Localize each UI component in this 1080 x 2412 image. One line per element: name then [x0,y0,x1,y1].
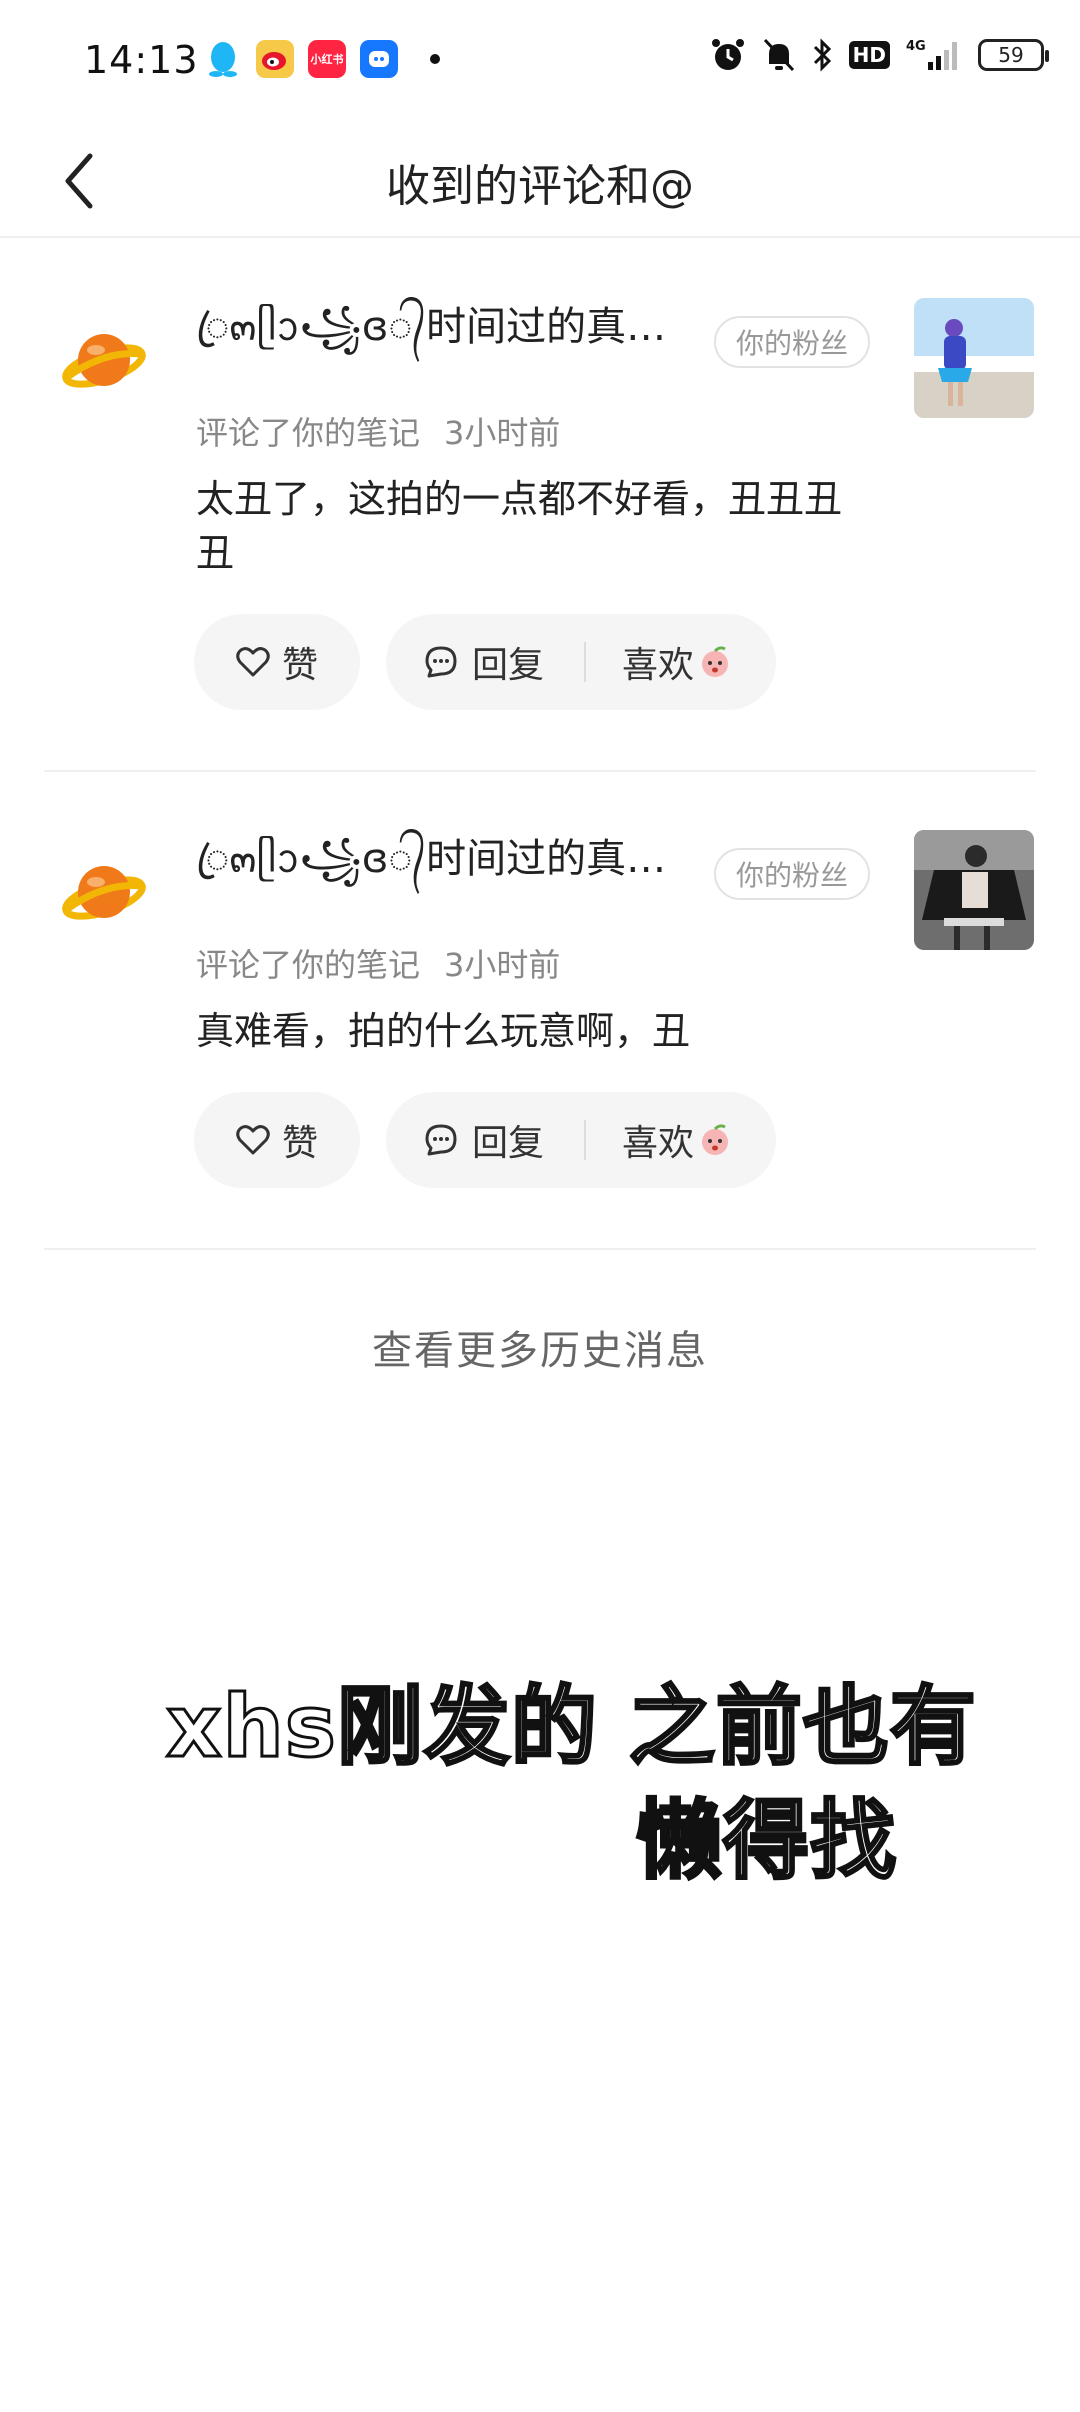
love-button[interactable]: 喜欢 [622,636,732,688]
comment-meta: 评论了你的笔记 3小时前 [196,940,560,986]
mute-bell-icon [763,38,794,72]
note-thumbnail[interactable] [914,298,1034,418]
chat-bubble-icon [425,1124,457,1156]
comment-actions: 赞 回复 喜欢 [194,614,776,710]
view-more-history-link[interactable]: 查看更多历史消息 [0,1318,1080,1376]
comment-time: 3小时前 [444,414,561,452]
hd-voice-badge: HD [848,41,890,69]
system-icons: HD 4G 59 [709,36,1049,74]
love-label: 喜欢 [622,645,695,686]
fan-badge: 你的粉丝 [714,848,871,900]
overlay-caption-line1: xhs刚发的 之前也有 [165,1676,978,1779]
signal-icon: 4G [906,39,957,70]
like-label: 赞 [281,645,318,686]
reply-label: 回复 [472,645,545,686]
comment-action: 评论了你的笔记 [196,946,421,984]
username[interactable]: ꦿ๓ᥫᩣ꧁ɞ᭄时间过的真快ᥫᩣ꧁ɞ᭄… [196,294,696,377]
reply-button[interactable]: 回复 [424,1114,544,1166]
svg-text:4G: 4G [906,39,926,54]
reply-love-pill: 回复 喜欢 [386,614,776,710]
like-button[interactable]: 赞 [194,1092,360,1188]
peach-emoji-icon [702,1124,729,1155]
separator [584,1120,587,1160]
love-label: 喜欢 [622,1123,695,1164]
divider [44,1248,1036,1250]
heart-icon [236,1125,270,1155]
love-button[interactable]: 喜欢 [622,1114,732,1166]
peach-emoji-icon [702,646,729,677]
clock: 14:13 [84,38,199,82]
notification-icons: 小红书 [204,40,440,78]
divider [44,770,1036,772]
planet-avatar-icon[interactable] [60,316,148,404]
reply-love-pill: 回复 喜欢 [386,1092,776,1188]
battery-indicator: 59 [978,39,1049,71]
weibo-icon [256,40,294,78]
page-title: 收到的评论和@ [386,161,694,212]
nav-bar: 收到的评论和@ [0,124,1080,238]
comment-meta: 评论了你的笔记 3小时前 [196,408,560,454]
planet-avatar-icon[interactable] [60,848,148,936]
comment-text[interactable]: 真难看，拍的什么玩意啊，丑 [196,1004,876,1058]
username[interactable]: ꦿ๓ᥫᩣ꧁ɞ᭄时间过的真快ᥫᩣ꧁ɞ᭄… [196,826,696,909]
like-label: 赞 [281,1123,318,1164]
note-thumbnail[interactable] [914,830,1034,950]
alarm-icon [711,39,744,70]
note-image [914,830,1034,950]
qq-icon [204,40,242,78]
xiaohongshu-icon: 小红书 [308,40,346,78]
comment-action: 评论了你的笔记 [196,414,421,452]
status-bar: 14:13 小红书 HD 4G 59 [0,0,1080,124]
like-button[interactable]: 赞 [194,614,360,710]
overlay-caption-line2: 懒得找 [635,1790,898,1893]
chat-bubble-icon [425,646,457,678]
username-row[interactable]: ꦿ๓ᥫᩣ꧁ɞ᭄时间过的真快ᥫᩣ꧁ɞ᭄… [196,834,696,900]
heart-icon [236,647,270,677]
separator [584,642,587,682]
app-icon [360,40,398,78]
comment-actions: 赞 回复 喜欢 [194,1092,776,1188]
reply-label: 回复 [472,1123,545,1164]
bluetooth-icon [813,38,831,72]
fan-badge: 你的粉丝 [714,316,871,368]
note-image [914,298,1034,418]
reply-button[interactable]: 回复 [424,636,544,688]
more-notifications-dot [430,54,440,64]
username-row[interactable]: ꦿ๓ᥫᩣ꧁ɞ᭄时间过的真快ᥫᩣ꧁ɞ᭄… [196,302,696,368]
comment-time: 3小时前 [444,946,561,984]
comment-text[interactable]: 太丑了，这拍的一点都不好看，丑丑丑丑 [196,472,876,580]
